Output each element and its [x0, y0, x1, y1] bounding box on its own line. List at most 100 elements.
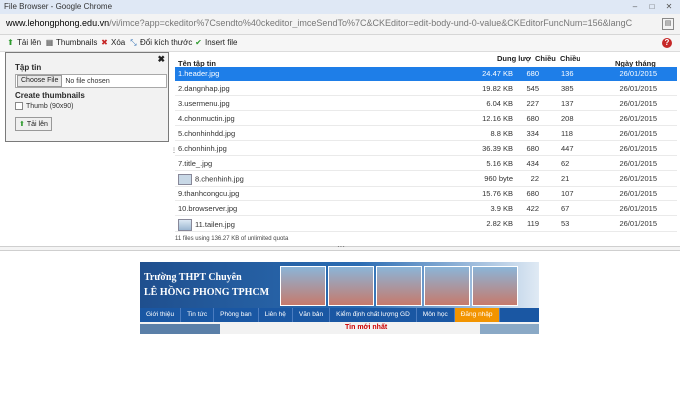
- file-date: 26/01/2015: [619, 189, 657, 198]
- upload-panel: ✖ Tập tin Choose File No file chosen Cre…: [5, 52, 169, 142]
- file-height: 107: [561, 189, 574, 198]
- divider-handle-icon[interactable]: ···: [337, 242, 345, 251]
- file-row[interactable]: 3.usermenu.jpg 6.04 KB 227 137 26/01/2015: [175, 97, 677, 111]
- file-name-text: 5.chonhinhdd.jpg: [178, 129, 236, 138]
- file-date-text: 26/01/2015: [619, 84, 657, 93]
- file-date: 26/01/2015: [619, 144, 657, 153]
- preview-menu-item: Môn học: [417, 308, 455, 322]
- minimize-icon[interactable]: –: [628, 2, 642, 12]
- file-size: 12.16 KB: [482, 114, 513, 123]
- file-date-text: 26/01/2015: [619, 189, 657, 198]
- file-row[interactable]: 5.chonhinhdd.jpg 8.8 KB 334 118 26/01/2015: [175, 127, 677, 141]
- file-row[interactable]: 1.header.jpg 24.47 KB 680 136 26/01/2015: [175, 67, 677, 81]
- window-title: File Browser - Google Chrome: [4, 2, 113, 11]
- image-preview: Trường THPT Chuyên LÊ HỒNG PHONG TPHCM G…: [140, 262, 539, 334]
- choose-file-button[interactable]: Choose File: [17, 75, 63, 87]
- quota-status: 11 files using 136.27 KB of unlimited qu…: [175, 236, 289, 242]
- file-name: 8.chenhinh.jpg: [178, 174, 244, 185]
- imce-toolbar: ⬆ Tải lên ▦ Thumbnails ✖ Xóa ⤡ Đổi kích …: [0, 35, 680, 52]
- file-row[interactable]: 8.chenhinh.jpg 960 byte 22 21 26/01/2015: [175, 172, 677, 187]
- maximize-icon[interactable]: □: [645, 2, 659, 12]
- upload-submit-button[interactable]: ⬆ Tải lên: [15, 117, 52, 131]
- file-size: 8.8 KB: [490, 129, 513, 138]
- file-name-text: 6.chonhinh.jpg: [178, 144, 227, 153]
- url-text[interactable]: www.lehongphong.edu.vn/vi/imce?app=ckedi…: [6, 18, 656, 28]
- file-width: 22: [531, 174, 539, 183]
- file-name-text: 11.tailen.jpg: [195, 219, 235, 229]
- close-icon[interactable]: ✕: [662, 2, 676, 12]
- insert-file-label: Insert file: [205, 38, 238, 47]
- file-width: 680: [526, 69, 539, 78]
- preview-divider[interactable]: ···: [0, 242, 680, 251]
- file-row[interactable]: 7.title_.jpg 5.16 KB 434 62 26/01/2015: [175, 157, 677, 171]
- address-bar[interactable]: www.lehongphong.edu.vn/vi/imce?app=ckedi…: [0, 14, 680, 35]
- file-name: 6.chonhinh.jpg: [178, 144, 227, 153]
- file-name: 1.header.jpg: [178, 69, 219, 78]
- file-name: 9.thanhcongcu.jpg: [178, 189, 239, 198]
- file-name-text: 7.title_.jpg: [178, 159, 213, 168]
- file-input[interactable]: Choose File No file chosen: [15, 74, 167, 88]
- file-size-text: 12.16 KB: [482, 114, 513, 123]
- close-panel-icon[interactable]: ✖: [157, 54, 165, 65]
- file-row[interactable]: 6.chonhinh.jpg 36.39 KB 680 447 26/01/2015: [175, 142, 677, 156]
- thumbnails-icon: ▦: [45, 38, 54, 47]
- file-date: 26/01/2015: [619, 69, 657, 78]
- file-size: 19.82 KB: [482, 84, 513, 93]
- file-width-text: 680: [526, 69, 539, 78]
- file-date-text: 26/01/2015: [619, 174, 657, 183]
- create-thumbnails-label: Create thumbnails: [15, 91, 85, 100]
- page-icon[interactable]: ▤: [662, 18, 674, 30]
- resize-tab[interactable]: ⤡ Đổi kích thước: [129, 38, 192, 47]
- file-height: 118: [561, 129, 573, 138]
- thumb-checkbox[interactable]: [15, 102, 23, 110]
- thumbnails-tab[interactable]: ▦ Thumbnails: [45, 38, 98, 47]
- thumb-option[interactable]: Thumb (90x90): [15, 102, 73, 110]
- file-width-text: 334: [526, 129, 539, 138]
- file-name: 11.tailen.jpg: [178, 219, 235, 231]
- file-date: 26/01/2015: [619, 129, 657, 138]
- file-height-text: 385: [561, 84, 574, 93]
- insert-file-tab[interactable]: ✔ Insert file: [194, 38, 237, 47]
- file-size: 24.47 KB: [482, 69, 513, 78]
- file-width: 680: [526, 114, 539, 123]
- file-row[interactable]: 10.browserver.jpg 3.9 KB 422 67 26/01/2015: [175, 202, 677, 216]
- file-name: 3.usermenu.jpg: [178, 99, 230, 108]
- file-height: 53: [561, 219, 569, 228]
- file-height-text: 67: [561, 204, 570, 213]
- banner-line1: Trường THPT Chuyên: [144, 272, 242, 283]
- file-width-text: 680: [526, 114, 539, 123]
- upload-tab[interactable]: ⬆ Tải lên: [6, 38, 41, 47]
- preview-menu-item: Giới thiệu: [140, 308, 182, 322]
- file-date: 26/01/2015: [619, 84, 657, 93]
- delete-icon: ✖: [101, 38, 108, 47]
- file-date-text: 26/01/2015: [619, 159, 657, 168]
- file-width: 680: [526, 189, 539, 198]
- file-row[interactable]: 11.tailen.jpg 2.82 KB 119 53 26/01/2015: [175, 217, 677, 232]
- delete-tab-label: Xóa: [111, 38, 126, 47]
- image-thumbnail-icon: [178, 174, 192, 185]
- file-height-text: 118: [561, 129, 573, 138]
- file-size: 36.39 KB: [482, 144, 513, 153]
- delete-tab[interactable]: ✖ Xóa: [100, 38, 125, 47]
- file-size: 6.04 KB: [486, 99, 513, 108]
- column-height[interactable]: Chiều cao: [560, 54, 580, 63]
- preview-menu-item: Văn bản: [293, 308, 331, 322]
- file-list: Tên tập tin Dung lượng Chiều rộng Chiều …: [175, 54, 680, 249]
- file-row[interactable]: 9.thanhcongcu.jpg 15.76 KB 680 107 26/01/201…: [175, 187, 677, 201]
- column-width[interactable]: Chiều rộng: [535, 54, 557, 63]
- file-size: 2.82 KB: [486, 219, 513, 228]
- column-size[interactable]: Dung lượng: [497, 54, 531, 63]
- file-height: 385: [561, 84, 574, 93]
- file-height: 62: [561, 159, 569, 168]
- file-height: 208: [561, 114, 574, 123]
- image-thumbnail-icon: [178, 219, 192, 231]
- preview-menu-item: Tin tức: [181, 308, 215, 322]
- preview-menu-item: Phòng ban: [214, 308, 259, 322]
- file-row[interactable]: 2.dangnhap.jpg 19.82 KB 545 385 26/01/2015: [175, 82, 677, 96]
- file-width: 680: [526, 144, 539, 153]
- file-name-text: 10.browserver.jpg: [178, 204, 238, 213]
- file-row[interactable]: 4.chonmuctin.jpg 12.16 KB 680 208 26/01/2015: [175, 112, 677, 126]
- help-icon[interactable]: ?: [662, 38, 672, 48]
- banner-photo: [424, 266, 470, 306]
- file-name-text: 4.chonmuctin.jpg: [178, 114, 235, 123]
